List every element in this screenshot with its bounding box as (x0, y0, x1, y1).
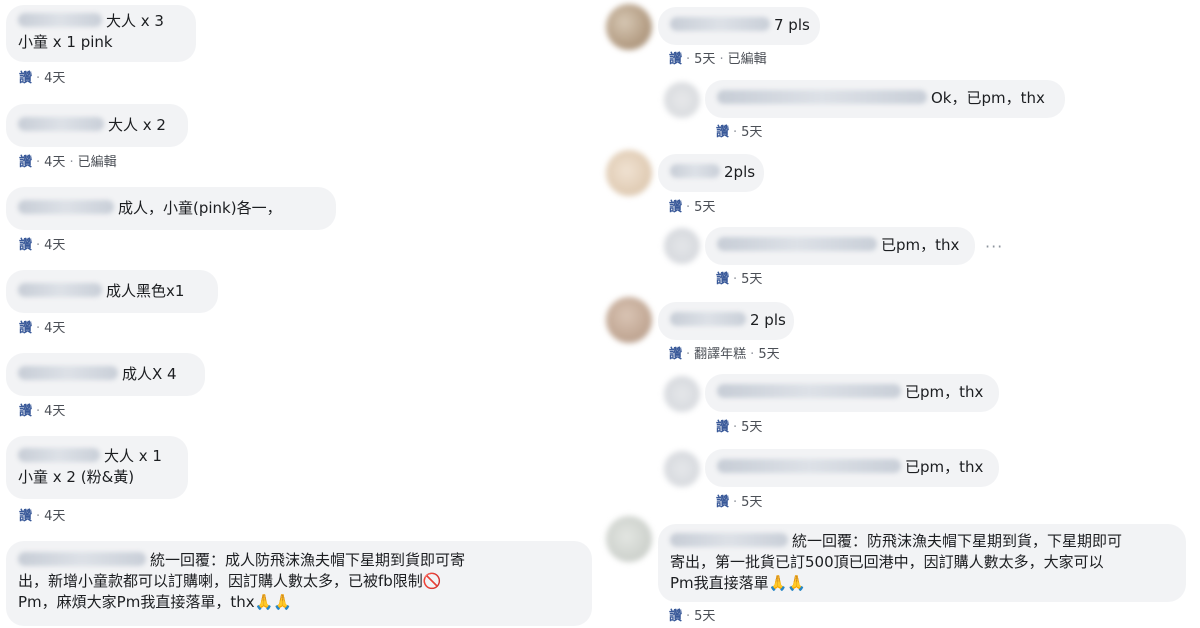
comment-bubble: 已pm，thx (705, 227, 975, 265)
comment-timestamp[interactable]: 4天 (44, 155, 65, 170)
comment-text: 已pm，thx (905, 458, 984, 476)
comment-text: 統一回覆：成人防飛沫漁夫帽下星期到貨即可寄 (150, 551, 466, 569)
avatar[interactable] (606, 516, 652, 562)
commenter-name[interactable] (18, 13, 102, 27)
comment-bubble: 2pls (658, 154, 764, 192)
like-button[interactable]: 讚 (669, 609, 682, 624)
commenter-name[interactable] (670, 533, 788, 547)
avatar[interactable] (664, 228, 700, 264)
comment-timestamp[interactable]: 4天 (44, 404, 65, 419)
edited-label[interactable]: 已編輯 (78, 155, 117, 170)
comment-text: 成人黑色x1 (106, 282, 185, 300)
comment-bubble: 成人X 4 (6, 353, 205, 396)
comment-text: 2 pls (750, 311, 786, 329)
comment-timestamp[interactable]: 5天 (741, 495, 762, 510)
comment-text: 統一回覆：防飛沫漁夫帽下星期到貨，下星期即可 (792, 532, 1123, 550)
comment-text: 已pm，thx (905, 383, 984, 401)
comment-timestamp[interactable]: 4天 (44, 71, 65, 86)
commenter-name[interactable] (717, 90, 927, 104)
comment-text: 大人 x 1 (104, 447, 162, 465)
comment-timestamp[interactable]: 5天 (694, 200, 715, 215)
comment-text: 成人X 4 (122, 365, 177, 383)
like-button[interactable]: 讚 (716, 125, 729, 140)
comment-text: Ok，已pm，thx (931, 89, 1045, 107)
comment-timestamp[interactable]: 4天 (44, 509, 65, 524)
like-button[interactable]: 讚 (19, 155, 32, 170)
like-button[interactable]: 讚 (716, 495, 729, 510)
comment-text: 已pm，thx (881, 236, 960, 254)
translate-link[interactable]: 翻譯年糕 (694, 347, 746, 362)
commenter-name[interactable] (717, 237, 877, 251)
commenter-name[interactable] (717, 459, 901, 473)
comment-timestamp[interactable]: 5天 (741, 420, 762, 435)
comment-bubble: 大人 x 1 小童 x 2 (粉&黃) (6, 436, 188, 499)
avatar[interactable] (664, 451, 700, 487)
like-button[interactable]: 讚 (19, 321, 32, 336)
comment-bubble: 大人 x 2 (6, 104, 188, 147)
commenter-name[interactable] (18, 448, 100, 462)
comment-text: 小童 x 2 (粉&黃) (18, 468, 135, 486)
commenter-name[interactable] (18, 552, 146, 566)
comment-bubble: 已pm，thx (705, 449, 999, 487)
comment-text: 2pls (724, 163, 756, 181)
like-button[interactable]: 讚 (19, 71, 32, 86)
avatar[interactable] (606, 4, 652, 50)
like-button[interactable]: 讚 (716, 272, 729, 287)
avatar[interactable] (664, 376, 700, 412)
comment-bubble: 7 pls (658, 7, 820, 45)
comment-text: 出，新增小童款都可以訂購喇，因訂購人數太多，已被fb限制🚫 (18, 572, 442, 590)
commenter-name[interactable] (670, 17, 770, 31)
avatar[interactable] (606, 150, 652, 196)
comment-text: 成人，小童(pink)各一， (118, 199, 282, 217)
comment-bubble: 成人黑色x1 (6, 270, 218, 313)
avatar[interactable] (664, 82, 700, 118)
comment-bubble: 大人 x 3 小童 x 1 pink (6, 5, 196, 62)
comment-timestamp[interactable]: 4天 (44, 238, 65, 253)
commenter-name[interactable] (18, 200, 114, 214)
comment-text: 7 pls (774, 16, 810, 34)
comment-timestamp[interactable]: 4天 (44, 321, 65, 336)
comment-bubble: Ok，已pm，thx (705, 80, 1065, 118)
more-options-icon[interactable]: ··· (985, 237, 1003, 256)
commenter-name[interactable] (18, 366, 118, 380)
like-button[interactable]: 讚 (716, 420, 729, 435)
commenter-name[interactable] (670, 312, 746, 326)
comment-text: Pm我直接落單🙏🙏 (670, 574, 807, 592)
like-button[interactable]: 讚 (19, 509, 32, 524)
like-button[interactable]: 讚 (19, 404, 32, 419)
commenter-name[interactable] (18, 117, 104, 131)
comment-timestamp[interactable]: 5天 (758, 347, 779, 362)
comment-timestamp[interactable]: 5天 (694, 52, 715, 67)
comment-bubble: 統一回覆：成人防飛沫漁夫帽下星期到貨即可寄 出，新增小童款都可以訂購喇，因訂購人… (6, 541, 592, 626)
like-button[interactable]: 讚 (669, 52, 682, 67)
comment-bubble: 2 pls (658, 302, 794, 340)
comment-text: 寄出，第一批貨已訂500頂已回港中，因訂購人數太多，大家可以 (670, 553, 1104, 571)
comment-text: 大人 x 3 (106, 12, 164, 30)
like-button[interactable]: 讚 (669, 200, 682, 215)
comment-bubble: 成人，小童(pink)各一， (6, 187, 336, 230)
comment-text: 小童 x 1 pink (18, 33, 113, 51)
comment-text: Pm，麻煩大家Pm我直接落單，thx🙏🙏 (18, 593, 292, 611)
commenter-name[interactable] (18, 283, 102, 297)
comment-timestamp[interactable]: 5天 (741, 125, 762, 140)
edited-label[interactable]: 已編輯 (728, 52, 767, 67)
comment-bubble: 已pm，thx (705, 374, 999, 412)
comment-text: 大人 x 2 (108, 116, 166, 134)
avatar[interactable] (606, 297, 652, 343)
comment-timestamp[interactable]: 5天 (694, 609, 715, 624)
comment-bubble: 統一回覆：防飛沫漁夫帽下星期到貨，下星期即可 寄出，第一批貨已訂500頂已回港中… (658, 524, 1186, 602)
comment-timestamp[interactable]: 5天 (741, 272, 762, 287)
like-button[interactable]: 讚 (669, 347, 682, 362)
like-button[interactable]: 讚 (19, 238, 32, 253)
commenter-name[interactable] (717, 384, 901, 398)
commenter-name[interactable] (670, 164, 720, 178)
